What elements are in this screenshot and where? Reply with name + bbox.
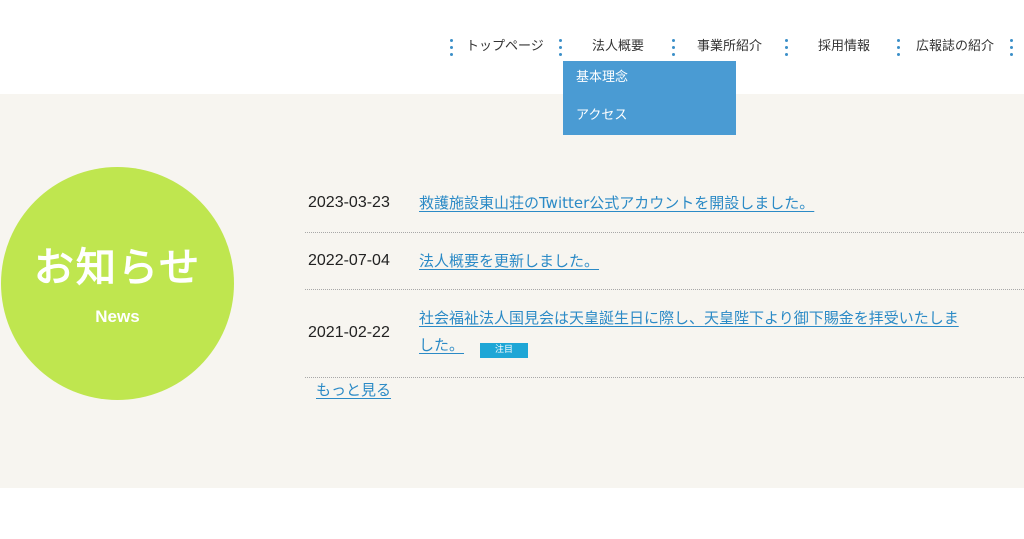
nav-separator-icon	[672, 39, 675, 56]
news-title: お知らせ	[33, 245, 202, 291]
news-link-continued[interactable]: した。	[419, 332, 464, 358]
news-row: 2022-07-04 法人概要を更新しました。	[305, 233, 1024, 290]
dropdown-item-philosophy[interactable]: 基本理念	[576, 68, 628, 88]
news-date: 2021-02-22	[308, 324, 390, 341]
dropdown-item-access[interactable]: アクセス	[576, 106, 627, 126]
news-date: 2022-07-04	[308, 252, 390, 269]
news-date: 2023-03-23	[308, 194, 390, 211]
more-news-link[interactable]: もっと見る	[316, 380, 391, 400]
news-row: 2021-02-22 社会福祉法人国見会は天皇誕生日に際し、天皇陛下より御下賜金…	[305, 290, 1024, 378]
nav-item-top[interactable]: トップページ	[466, 38, 544, 56]
news-subtitle: News	[95, 307, 140, 326]
news-link[interactable]: 社会福祉法人国見会は天皇誕生日に際し、天皇陛下より御下賜金を拝受いたしま	[419, 305, 959, 331]
featured-badge: 注目	[480, 343, 528, 358]
nav-item-recruit[interactable]: 採用情報	[818, 38, 870, 56]
news-heading-circle: お知らせ News	[1, 167, 234, 400]
nav-separator-icon	[450, 39, 453, 56]
nav-separator-icon	[897, 39, 900, 56]
corporate-dropdown-menu: 基本理念 アクセス	[563, 61, 736, 135]
nav-separator-icon	[559, 39, 562, 56]
news-section: お知らせ News 2023-03-23 救護施設東山荘のTwitter公式アカ…	[0, 94, 1024, 488]
site-header: トップページ 法人概要 事業所紹介 採用情報 広報誌の紹介	[0, 0, 1024, 94]
nav-item-newsletter[interactable]: 広報誌の紹介	[916, 38, 994, 56]
news-row: 2023-03-23 救護施設東山荘のTwitter公式アカウントを開設しました…	[305, 174, 1024, 233]
nav-separator-icon	[1010, 39, 1013, 56]
news-link[interactable]: 法人概要を更新しました。	[419, 248, 599, 274]
nav-item-corporate[interactable]: 法人概要	[592, 38, 644, 56]
news-link[interactable]: 救護施設東山荘のTwitter公式アカウントを開設しました。	[419, 190, 814, 216]
nav-separator-icon	[785, 39, 788, 56]
nav-item-facilities[interactable]: 事業所紹介	[697, 38, 762, 56]
